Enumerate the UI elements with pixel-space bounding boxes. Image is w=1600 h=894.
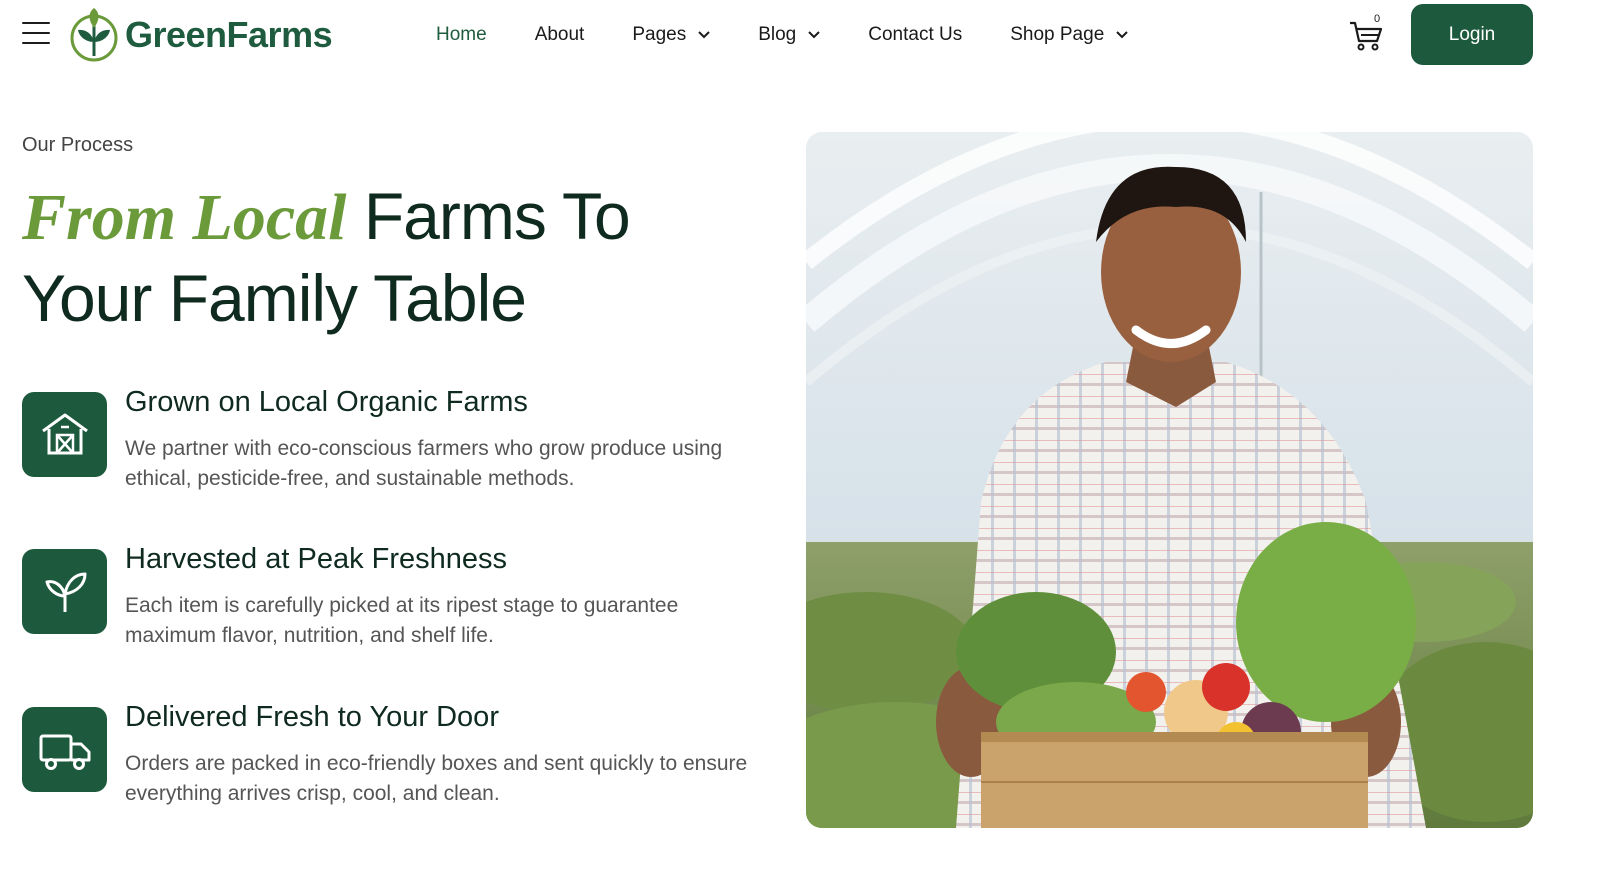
brand-logo[interactable]: GreenFarms [69,8,333,62]
feature-icon-box [22,392,107,477]
main-nav: Home About Pages Blog Contact Us Shop Pa… [436,0,1176,70]
section-eyebrow: Our Process [22,134,134,156]
chevron-down-icon [1116,31,1128,39]
chevron-down-icon [808,31,820,39]
nav-home[interactable]: Home [436,24,487,46]
brand-name: GreenFarms [125,14,333,55]
nav-pages-label: Pages [632,24,687,45]
site-header: GreenFarms Home About Pages Blog Contact… [0,0,1600,70]
feature-icon-box [22,707,107,792]
feature-description: Each item is carefully picked at its rip… [125,594,679,647]
farmer-with-vegetable-crate-image [806,132,1533,828]
feature-description: We partner with eco-conscious farmers wh… [125,437,723,490]
delivery-truck-icon [39,734,90,770]
feature-title: Delivered Fresh to Your Door [125,701,499,733]
hamburger-menu-icon[interactable] [22,22,50,46]
nav-blog-label: Blog [758,24,797,45]
headline-line1-rest: Farms To [363,179,631,253]
sprout-icon [45,572,86,612]
nav-pages[interactable]: Pages [632,24,710,46]
nav-contact[interactable]: Contact Us [868,24,962,46]
feature-title: Harvested at Peak Freshness [125,543,508,575]
feature-icon-box [22,549,107,634]
headline-accent: From Local [22,181,347,254]
nav-shop-page-label: Shop Page [1010,24,1105,45]
feature-description: Orders are packed in eco-friendly boxes … [125,752,748,805]
nav-about-label: About [534,24,585,45]
login-button[interactable]: Login [1411,4,1533,65]
nav-blog[interactable]: Blog [758,24,820,46]
farmer-photo [806,132,1533,828]
nav-about[interactable]: About [535,24,585,46]
section-headline: From Local Farms To Your Family Table [22,176,782,338]
barn-icon [41,413,88,454]
cart-count-badge: 0 [1374,13,1381,25]
leaf-logo-icon [70,8,118,62]
feature-title: Grown on Local Organic Farms [125,386,528,418]
headline-line2: Your Family Table [22,261,527,335]
nav-home-label: Home [436,24,487,45]
nav-shop-page[interactable]: Shop Page [1010,24,1128,46]
nav-contact-label: Contact Us [868,24,963,45]
chevron-down-icon [698,31,710,39]
